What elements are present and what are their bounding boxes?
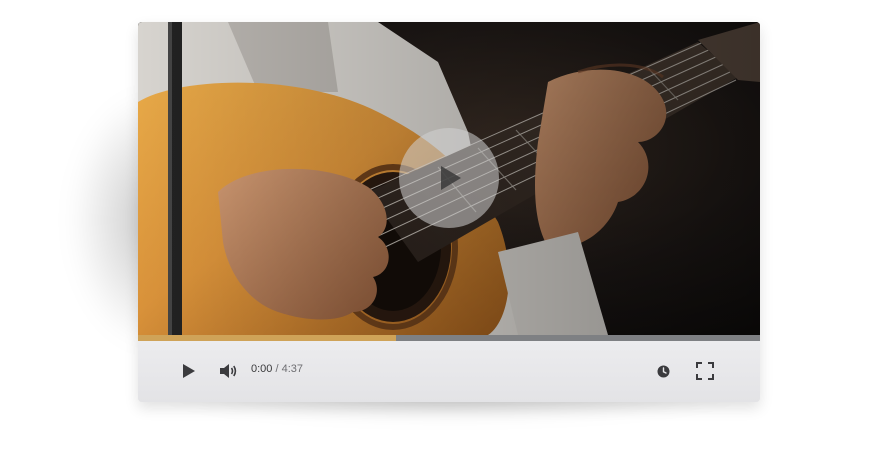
- page: 0:00 / 4:37: [0, 0, 896, 451]
- time-display: 0:00 / 4:37: [251, 363, 303, 375]
- volume-button[interactable]: [217, 359, 241, 383]
- big-play-button[interactable]: [399, 128, 499, 228]
- play-button[interactable]: [176, 359, 200, 383]
- duration: 4:37: [281, 363, 304, 375]
- time-separator: /: [272, 363, 282, 375]
- play-icon: [183, 364, 195, 378]
- fullscreen-button[interactable]: [693, 359, 717, 383]
- video-frame[interactable]: [138, 22, 760, 335]
- watch-later-button[interactable]: [651, 359, 675, 383]
- control-bar: 0:00 / 4:37: [138, 341, 760, 402]
- fullscreen-icon: [696, 362, 714, 380]
- video-player: 0:00 / 4:37: [138, 22, 760, 402]
- current-time: 0:00: [251, 363, 273, 375]
- clock-icon: [657, 365, 669, 377]
- play-icon: [441, 166, 461, 190]
- volume-icon: [220, 364, 237, 378]
